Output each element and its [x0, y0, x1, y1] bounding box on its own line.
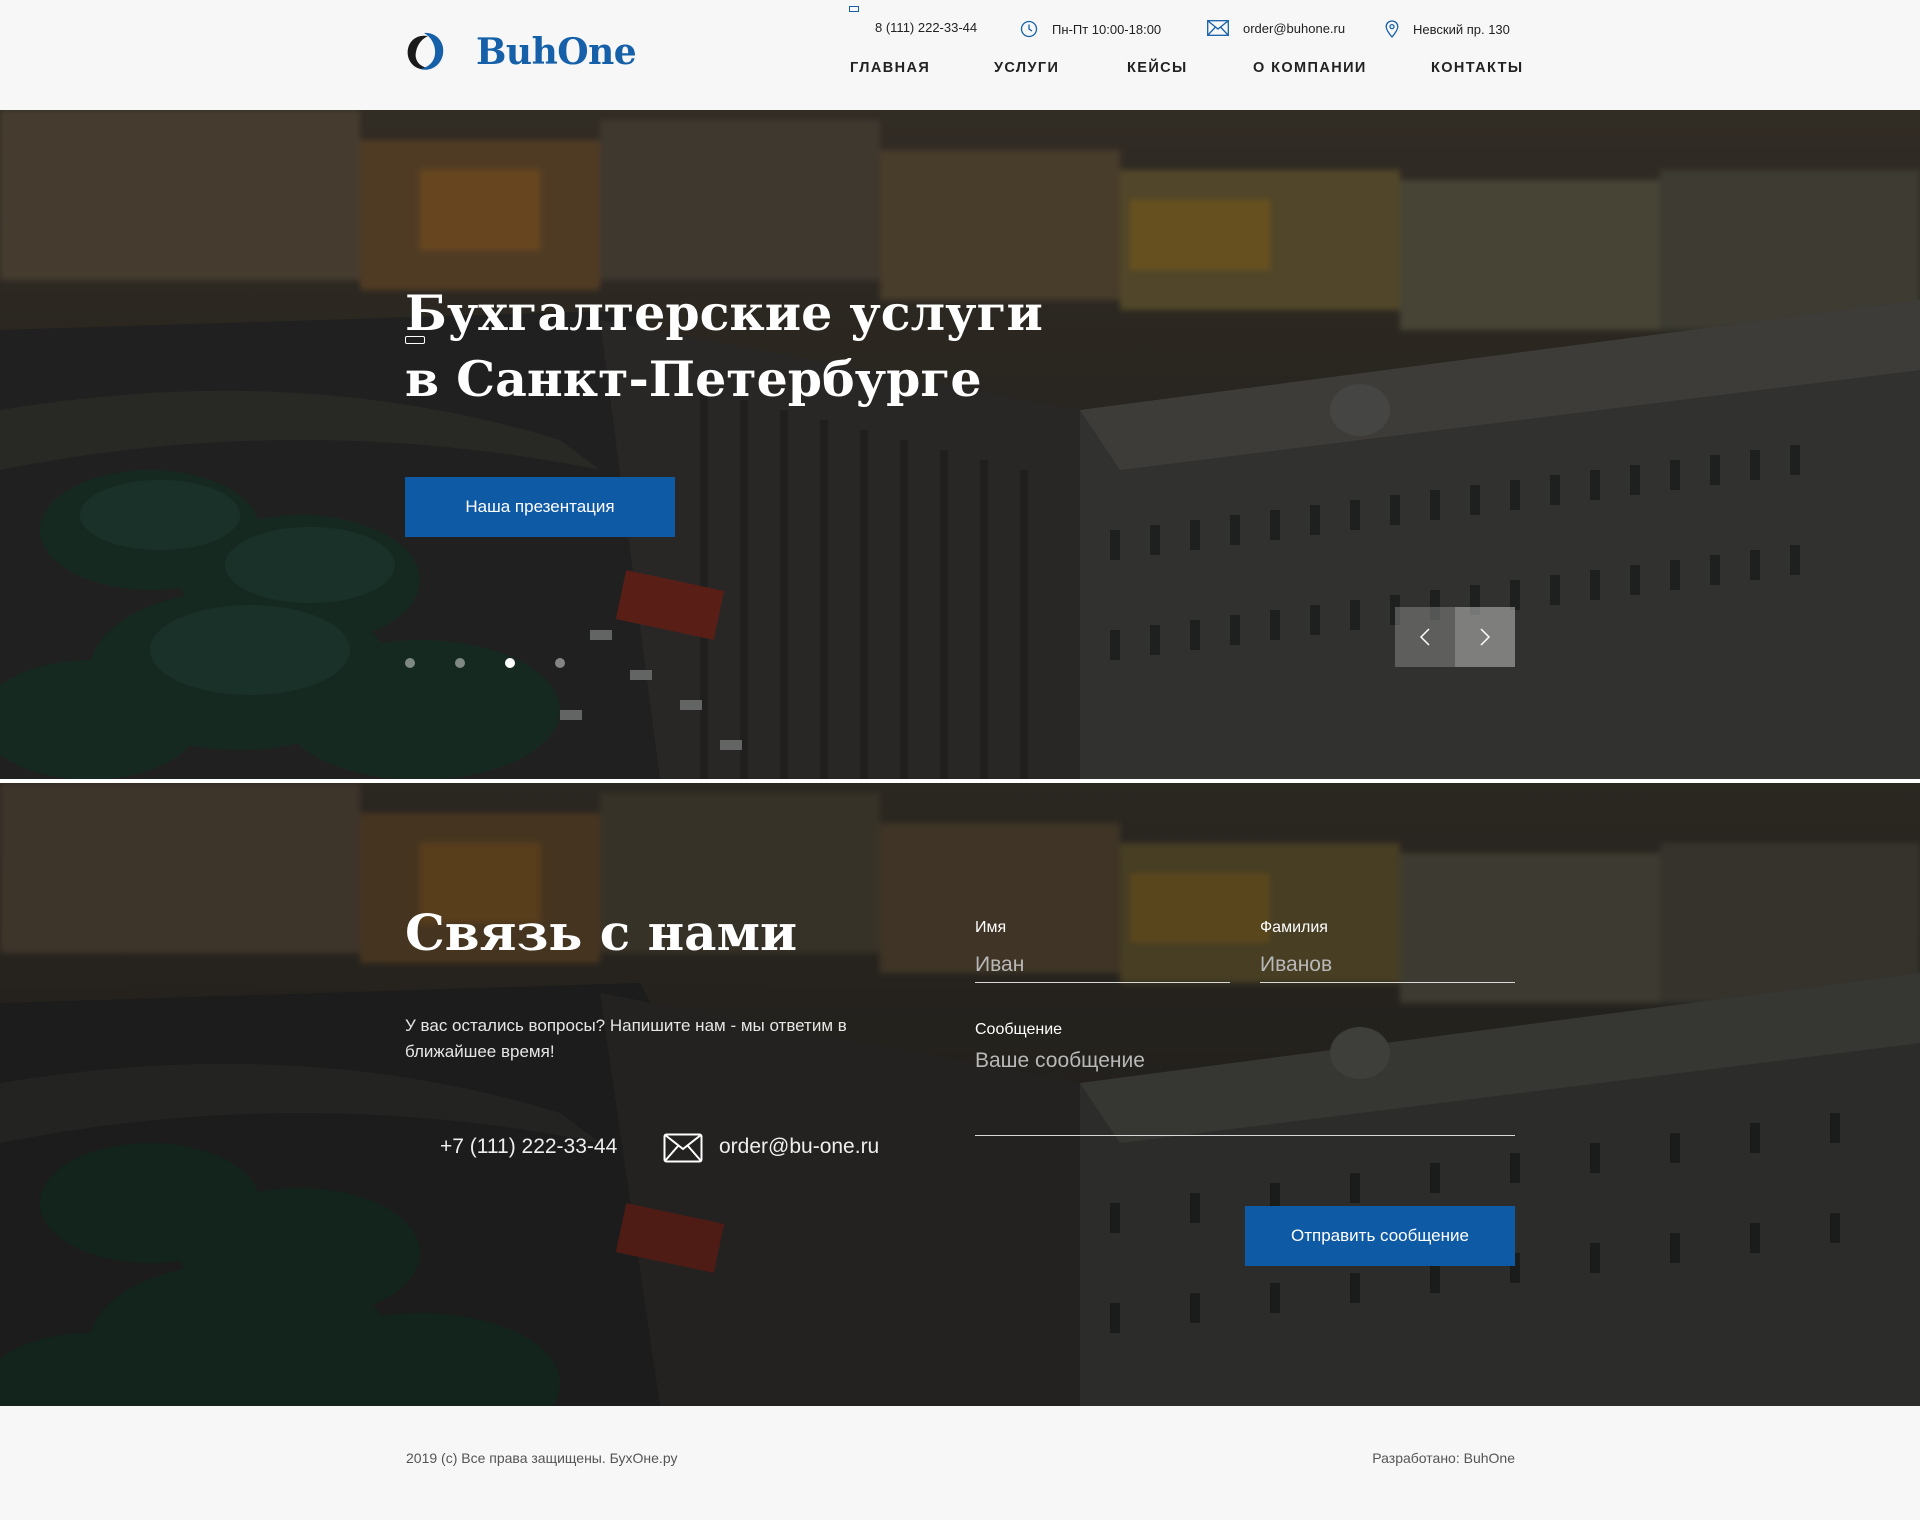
contact-description: У вас остались вопросы? Напишите нам - м…: [405, 1016, 847, 1061]
lastname-input[interactable]: [1260, 947, 1515, 983]
name-input[interactable]: [975, 947, 1230, 983]
logo-text: BuhOne: [476, 31, 637, 73]
nav-item-services[interactable]: УСЛУГИ: [994, 60, 1059, 76]
slider-arrows: [1395, 607, 1515, 667]
hero-title-line-2: в Санкт-Петербурге: [405, 350, 982, 408]
header-address-text: Невский пр. 130: [1413, 21, 1510, 37]
slider-next-button[interactable]: [1455, 607, 1515, 667]
site-header: BuhOne 8 (111) 222-33-44 Пн-Пт 10:00-18:…: [0, 0, 1920, 110]
presentation-button[interactable]: Наша презентация: [405, 477, 675, 537]
header-email-text: order@buhone.ru: [1243, 20, 1346, 36]
envelope-icon: [663, 1133, 703, 1163]
contact-title: Связь с нами: [405, 903, 798, 962]
name-label: Имя: [975, 919, 1007, 936]
site-footer: 2019 (c) Все права защищены. БухОне.ру Р…: [0, 1406, 1920, 1520]
hero-overlay: [0, 110, 1920, 779]
slider-dot-2[interactable]: [455, 658, 465, 668]
logo-icon: [407, 32, 444, 70]
lastname-label: Фамилия: [1260, 919, 1328, 936]
contact-email[interactable]: order@bu-one.ru: [719, 1135, 879, 1159]
small-marker: [849, 6, 859, 12]
slider-dot-3[interactable]: [505, 658, 515, 668]
logo[interactable]: BuhOne: [404, 30, 637, 74]
hero-title-line-1: Бухгалтерские услуги: [405, 284, 1043, 342]
contact-section: Связь с нами У вас остались вопросы? Нап…: [0, 783, 1920, 1406]
send-message-button[interactable]: Отправить сообщение: [1245, 1206, 1515, 1266]
developed-by-text: Разработано: BuhOne: [1372, 1450, 1515, 1466]
slider-dot-4[interactable]: [555, 658, 565, 668]
nav-item-about[interactable]: О КОМПАНИИ: [1253, 60, 1367, 76]
hero-slider: Бухгалтерские услуги в Санкт-Петербурге …: [0, 110, 1920, 779]
envelope-icon: [1207, 20, 1229, 36]
clock-icon: [1020, 20, 1038, 38]
slider-dots: [405, 658, 565, 668]
contact-phone[interactable]: +7 (111) 222-33-44: [440, 1135, 617, 1159]
slider-dot-1[interactable]: [405, 658, 415, 668]
header-phone[interactable]: 8 (111) 222-33-44: [875, 20, 977, 35]
contact-overlay: [0, 783, 1920, 1406]
nav-item-contacts[interactable]: КОНТАКТЫ: [1431, 60, 1523, 76]
nav-item-home[interactable]: ГЛАВНАЯ: [850, 60, 930, 76]
message-input[interactable]: [975, 1049, 1515, 1136]
main-nav: ГЛАВНАЯ УСЛУГИ КЕЙСЫ О КОМПАНИИ КОНТАКТЫ: [850, 60, 1523, 82]
chevron-right-icon: [1480, 628, 1491, 646]
copyright-text: 2019 (c) Все права защищены. БухОне.ру: [406, 1450, 678, 1466]
header-email[interactable]: order@buhone.ru: [1207, 20, 1345, 36]
hero-title: Бухгалтерские услуги в Санкт-Петербурге: [405, 280, 1105, 412]
header-hours-text: Пн-Пт 10:00-18:00: [1052, 21, 1162, 37]
message-label: Сообщение: [975, 1021, 1063, 1038]
nav-item-cases[interactable]: КЕЙСЫ: [1127, 60, 1188, 76]
header-phone-text: 8 (111) 222-33-44: [875, 20, 978, 35]
slider-prev-button[interactable]: [1395, 607, 1455, 667]
chevron-left-icon: [1419, 628, 1430, 646]
header-hours: Пн-Пт 10:00-18:00: [1020, 20, 1161, 38]
header-address: Невский пр. 130: [1385, 20, 1510, 38]
text-cursor-marker: [405, 336, 425, 344]
location-pin-icon: [1385, 20, 1399, 38]
